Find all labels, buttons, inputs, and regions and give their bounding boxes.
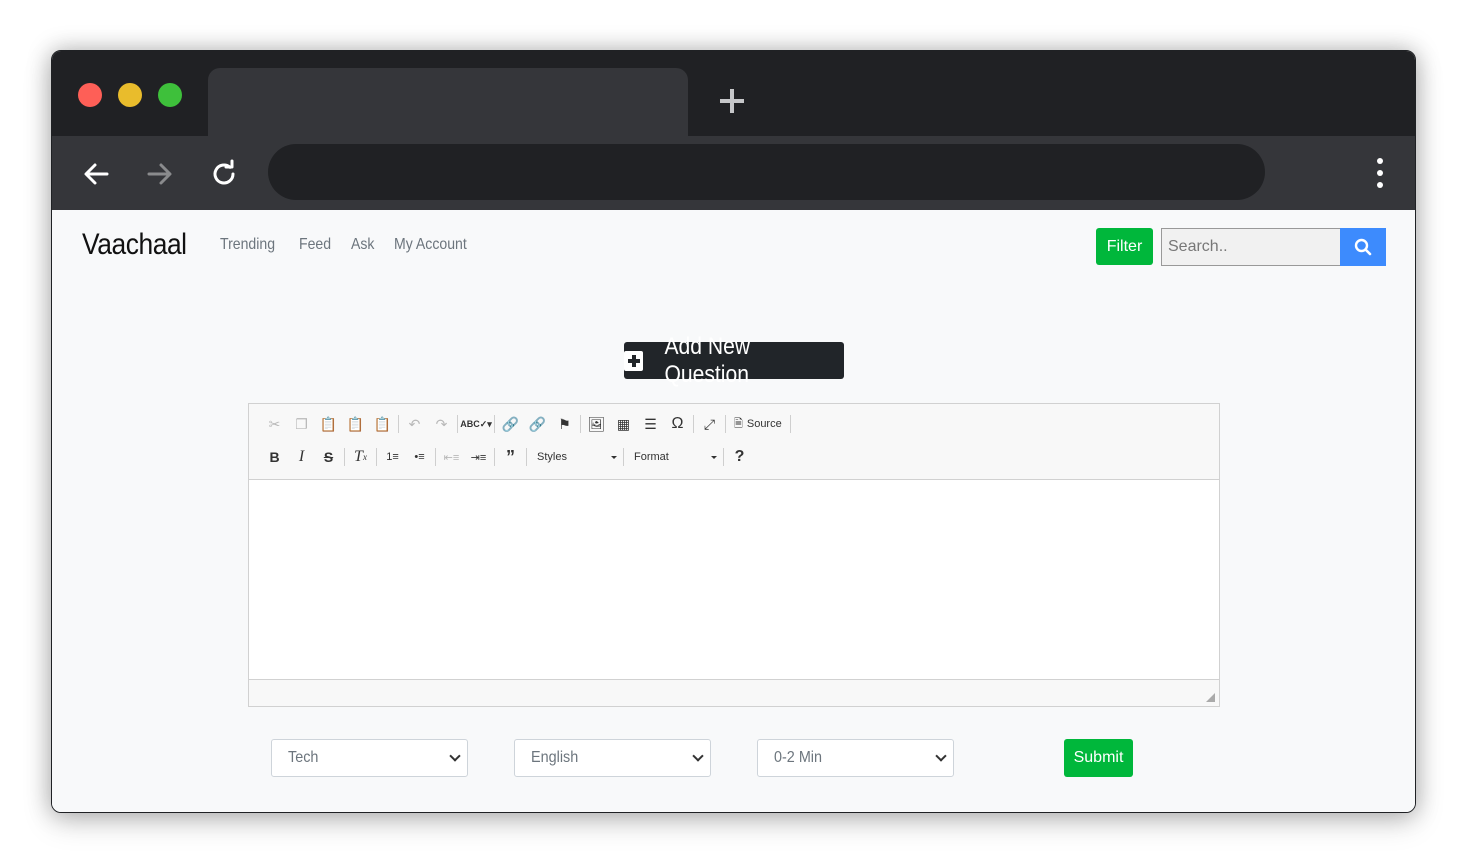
source-label: Source bbox=[746, 418, 782, 430]
chevron-down-icon bbox=[449, 750, 461, 762]
redo-icon[interactable]: ↷ bbox=[428, 412, 455, 436]
resize-handle-icon[interactable] bbox=[1206, 693, 1215, 702]
add-question-label: Add New Question bbox=[664, 332, 751, 388]
link-icon[interactable]: 🔗 bbox=[497, 412, 524, 436]
toolbar-separator bbox=[376, 448, 377, 466]
reload-icon[interactable] bbox=[204, 154, 244, 194]
minimize-window-button[interactable] bbox=[118, 83, 142, 107]
arrow-left-icon[interactable] bbox=[76, 154, 116, 194]
page-content: Vaachaal Trending Feed Ask My Account Fi… bbox=[52, 210, 1415, 812]
editor-status-bar bbox=[249, 679, 1219, 706]
copy-icon[interactable]: ❐ bbox=[288, 412, 315, 436]
editor-toolbar: ✂ ❐ 📋 📋 📋 ↶ ↷ ABC✓▾ 🔗 🔗 ⚑ 🖼 ▦ ☰ Ω ⤢ 🗎 So… bbox=[249, 404, 1219, 480]
anchor-flag-icon[interactable]: ⚑ bbox=[551, 412, 578, 436]
toolbar-separator bbox=[398, 415, 399, 433]
plus-icon[interactable] bbox=[716, 85, 748, 117]
styles-label: Styles bbox=[537, 451, 567, 463]
toolbar-separator bbox=[580, 415, 581, 433]
nav-link-feed[interactable]: Feed bbox=[299, 236, 331, 254]
browser-tab[interactable] bbox=[208, 68, 688, 136]
bold-icon[interactable]: B bbox=[261, 445, 288, 469]
toolbar-separator bbox=[723, 448, 724, 466]
toolbar-separator bbox=[435, 448, 436, 466]
maximize-window-button[interactable] bbox=[158, 83, 182, 107]
brand-logo[interactable]: Vaachaal bbox=[82, 228, 187, 262]
submit-button[interactable]: Submit bbox=[1064, 739, 1133, 777]
unlink-icon[interactable]: 🔗 bbox=[524, 412, 551, 436]
toolbar-separator bbox=[526, 448, 527, 466]
paste-word-icon[interactable]: 📋 bbox=[369, 412, 396, 436]
browser-titlebar bbox=[52, 51, 1415, 136]
toolbar-separator bbox=[344, 448, 345, 466]
table-icon[interactable]: ▦ bbox=[610, 412, 637, 436]
toolbar-separator bbox=[789, 415, 791, 433]
remove-format-icon[interactable]: Tx bbox=[347, 445, 374, 469]
numbered-list-icon[interactable]: 1≡ bbox=[379, 445, 406, 469]
search-input[interactable]: Search.. bbox=[1161, 228, 1341, 266]
duration-select[interactable]: 0-2 Min bbox=[757, 739, 954, 777]
browser-toolbar bbox=[52, 136, 1415, 210]
toolbar-separator bbox=[693, 415, 694, 433]
browser-window: Vaachaal Trending Feed Ask My Account Fi… bbox=[51, 50, 1416, 813]
toolbar-separator bbox=[725, 415, 726, 433]
format-label: Format bbox=[634, 451, 669, 463]
horizontal-line-icon[interactable]: ☰ bbox=[637, 412, 664, 436]
caret-down-icon bbox=[611, 455, 617, 459]
duration-select-value: 0-2 Min bbox=[774, 749, 823, 766]
toolbar-separator bbox=[457, 415, 458, 433]
search-button[interactable] bbox=[1340, 228, 1386, 266]
spellcheck-icon[interactable]: ABC✓▾ bbox=[460, 412, 492, 436]
styles-dropdown[interactable]: Styles bbox=[529, 445, 621, 469]
editor-content-area[interactable] bbox=[249, 480, 1219, 680]
category-select[interactable]: Tech bbox=[271, 739, 468, 777]
italic-icon[interactable]: I bbox=[288, 445, 315, 469]
toolbar-separator bbox=[494, 415, 495, 433]
source-button[interactable]: 🗎 Source bbox=[728, 412, 788, 436]
add-question-heading: Add New Question bbox=[624, 333, 844, 388]
language-select[interactable]: English bbox=[514, 739, 711, 777]
paste-icon[interactable]: 📋 bbox=[315, 412, 342, 436]
cut-icon[interactable]: ✂ bbox=[261, 412, 288, 436]
category-select-value: Tech bbox=[288, 749, 319, 766]
nav-link-ask[interactable]: Ask bbox=[351, 236, 374, 254]
chevron-down-icon bbox=[692, 750, 704, 762]
toolbar-separator bbox=[494, 448, 495, 466]
chevron-down-icon bbox=[935, 750, 947, 762]
nav-link-trending[interactable]: Trending bbox=[220, 236, 275, 254]
arrow-right-icon[interactable] bbox=[140, 154, 180, 194]
caret-down-icon bbox=[711, 455, 717, 459]
indent-icon[interactable]: ⇥≡ bbox=[465, 445, 492, 469]
blockquote-icon[interactable]: ” bbox=[497, 445, 524, 469]
kebab-menu-icon[interactable] bbox=[1373, 158, 1385, 188]
paste-text-icon[interactable]: 📋 bbox=[342, 412, 369, 436]
editor-toolbar-row-1: ✂ ❐ 📋 📋 📋 ↶ ↷ ABC✓▾ 🔗 🔗 ⚑ 🖼 ▦ ☰ Ω ⤢ 🗎 So… bbox=[261, 412, 793, 436]
strikethrough-icon[interactable]: S bbox=[315, 445, 342, 469]
address-bar[interactable] bbox=[268, 144, 1265, 200]
nav-link-my-account[interactable]: My Account bbox=[394, 236, 467, 254]
image-icon[interactable]: 🖼 bbox=[583, 412, 610, 436]
undo-icon[interactable]: ↶ bbox=[401, 412, 428, 436]
outdent-icon[interactable]: ⇤≡ bbox=[438, 445, 465, 469]
filter-button[interactable]: Filter bbox=[1096, 228, 1153, 265]
search-icon bbox=[1354, 238, 1372, 256]
rich-text-editor: ✂ ❐ 📋 📋 📋 ↶ ↷ ABC✓▾ 🔗 🔗 ⚑ 🖼 ▦ ☰ Ω ⤢ 🗎 So… bbox=[248, 403, 1220, 707]
bulleted-list-icon[interactable]: •≡ bbox=[406, 445, 433, 469]
toolbar-separator bbox=[623, 448, 624, 466]
source-icon: 🗎 bbox=[734, 417, 743, 430]
close-window-button[interactable] bbox=[78, 83, 102, 107]
help-icon[interactable]: ? bbox=[726, 445, 753, 469]
special-char-icon[interactable]: Ω bbox=[664, 412, 691, 436]
format-dropdown[interactable]: Format bbox=[626, 445, 721, 469]
plus-square-icon bbox=[624, 350, 644, 371]
language-select-value: English bbox=[531, 749, 579, 766]
main-nav: Trending Feed Ask My Account bbox=[220, 236, 476, 254]
editor-toolbar-row-2: B I S Tx 1≡ •≡ ⇤≡ ⇥≡ ” Styles Format ? bbox=[261, 445, 753, 469]
maximize-icon[interactable]: ⤢ bbox=[696, 412, 723, 436]
